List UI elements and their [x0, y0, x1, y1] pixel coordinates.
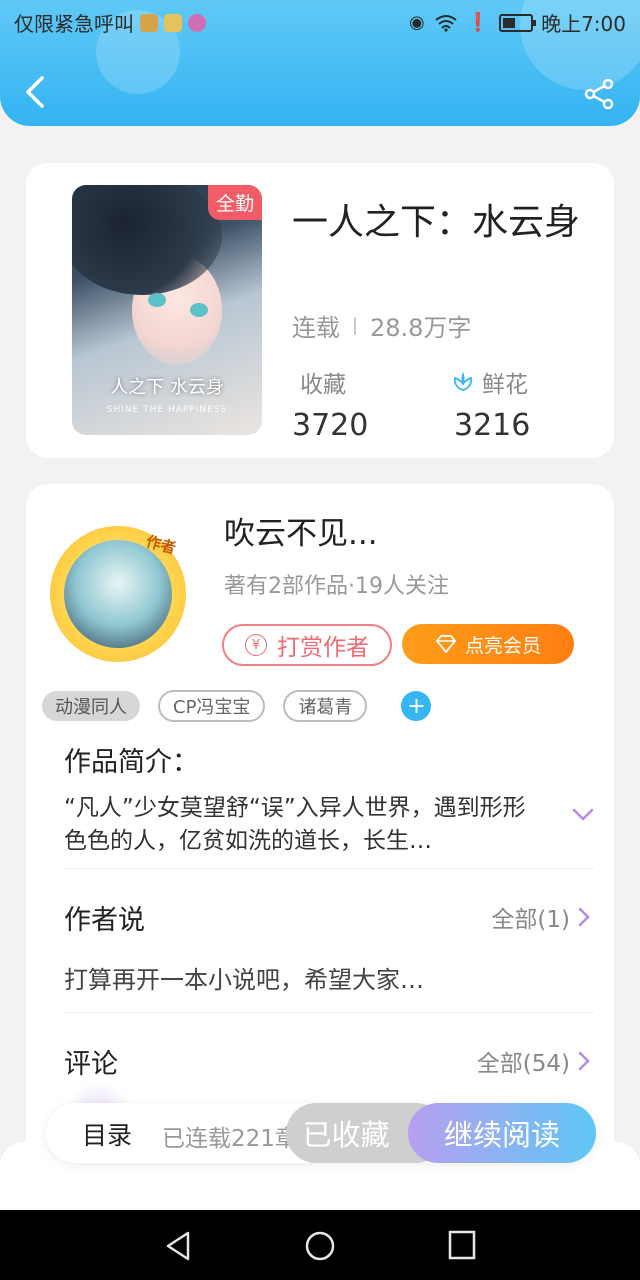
toc-button[interactable]: 目录 [82, 1116, 132, 1152]
diamond-icon [435, 635, 457, 653]
status-bar: 仅限紧急呼叫 ◉ ❗ 晚上7:00 [0, 0, 640, 44]
reward-author-button[interactable]: ¥ 打赏作者 [222, 624, 392, 666]
system-nav-bar [0, 1210, 640, 1280]
tag-item[interactable]: 动漫同人 [42, 691, 140, 721]
book-cover[interactable]: 人之下 水云身 SHINE THE HAPPINESS 全勤 [72, 185, 262, 435]
back-icon[interactable] [22, 74, 48, 110]
add-tag-icon[interactable]: + [401, 691, 432, 721]
header: 仅限紧急呼叫 ◉ ❗ 晚上7:00 [0, 0, 640, 126]
flower-icon [453, 372, 473, 391]
author-name[interactable]: 吹云不见... [224, 508, 378, 553]
alert-icon: ❗ [466, 12, 490, 33]
author-card: 作者 吹云不见... 著有2部作品·19人关注 ¥ 打赏作者 点亮会员 动漫同人… [26, 484, 614, 1184]
cover-art [190, 303, 208, 317]
serialized-chapters: 已连载221章 [162, 1126, 292, 1152]
tag-item[interactable]: CP冯宝宝 [158, 690, 266, 722]
nav-home-icon[interactable] [304, 1230, 336, 1262]
share-icon[interactable] [584, 78, 616, 110]
cover-art [148, 293, 166, 307]
book-title: 一人之下：水云身 [292, 202, 581, 243]
full-attendance-badge: 全勤 [207, 185, 262, 220]
chevron-right-icon [578, 907, 590, 927]
eye-icon: ◉ [408, 12, 425, 33]
tag-item[interactable]: 诸葛青 [283, 690, 368, 722]
favorites-label: 收藏 [300, 372, 346, 398]
chevron-down-icon[interactable] [572, 808, 594, 822]
divider [64, 868, 594, 869]
divider [354, 316, 356, 335]
reward-label: 打赏作者 [277, 635, 369, 661]
author-says-all-label: 全部(1) [491, 907, 570, 933]
comments-all-label: 全部(54) [476, 1051, 570, 1077]
flowers-count: 3216 [454, 408, 531, 443]
author-avatar[interactable]: 作者 [50, 526, 186, 662]
intro-title: 作品简介： [64, 747, 199, 778]
chevron-right-icon [578, 1051, 590, 1071]
intro-text: “凡人”少女莫望舒“误”入异人世界，遇到形形色色的人，亿贫如洗的道长，长生… [64, 795, 526, 854]
continue-reading-button[interactable]: 继续阅读 [408, 1103, 596, 1163]
app-notification-icon [164, 13, 182, 32]
vip-button[interactable]: 点亮会员 [402, 624, 574, 664]
yen-icon: ¥ [245, 634, 267, 656]
status-left-text: 仅限紧急呼叫 [14, 12, 134, 36]
book-meta: 连载 28.8万字 [292, 308, 471, 343]
cover-subtitle: SHINE THE HAPPINESS [106, 405, 228, 415]
author-says-title: 作者说 [64, 905, 145, 936]
app-notification-icon [188, 13, 206, 32]
flowers-stat[interactable]: 鲜花 [452, 365, 528, 399]
nav-back-icon[interactable] [164, 1230, 192, 1262]
cover-title: 人之下 水云身 [110, 377, 224, 398]
avatar [64, 540, 172, 648]
author-says-text: 打算再开一本小说吧，希望大家… [64, 966, 424, 994]
wifi-icon [435, 14, 457, 32]
word-count: 28.8万字 [370, 314, 472, 342]
flowers-label: 鲜花 [482, 372, 528, 398]
vip-label: 点亮会员 [464, 634, 541, 657]
book-info-card: 人之下 水云身 SHINE THE HAPPINESS 全勤 一人之下：水云身 … [26, 163, 614, 458]
author-says-all-link[interactable]: 全部(1) [491, 900, 590, 934]
divider [64, 1012, 594, 1013]
comments-title: 评论 [64, 1049, 118, 1080]
author-summary: 著有2部作品·19人关注 [224, 574, 449, 599]
app-notification-icon [140, 13, 158, 32]
nav-recents-icon[interactable] [448, 1230, 476, 1260]
book-status: 连载 [292, 314, 340, 342]
collected-label: 已收藏 [302, 1118, 390, 1152]
comments-all-link[interactable]: 全部(54) [477, 1044, 590, 1078]
status-time: 晚上7:00 [541, 12, 626, 36]
battery-icon [499, 13, 537, 32]
tag-list: 动漫同人 CP冯宝宝 诸葛青 + [42, 690, 432, 722]
favorites-count: 3720 [292, 408, 369, 443]
